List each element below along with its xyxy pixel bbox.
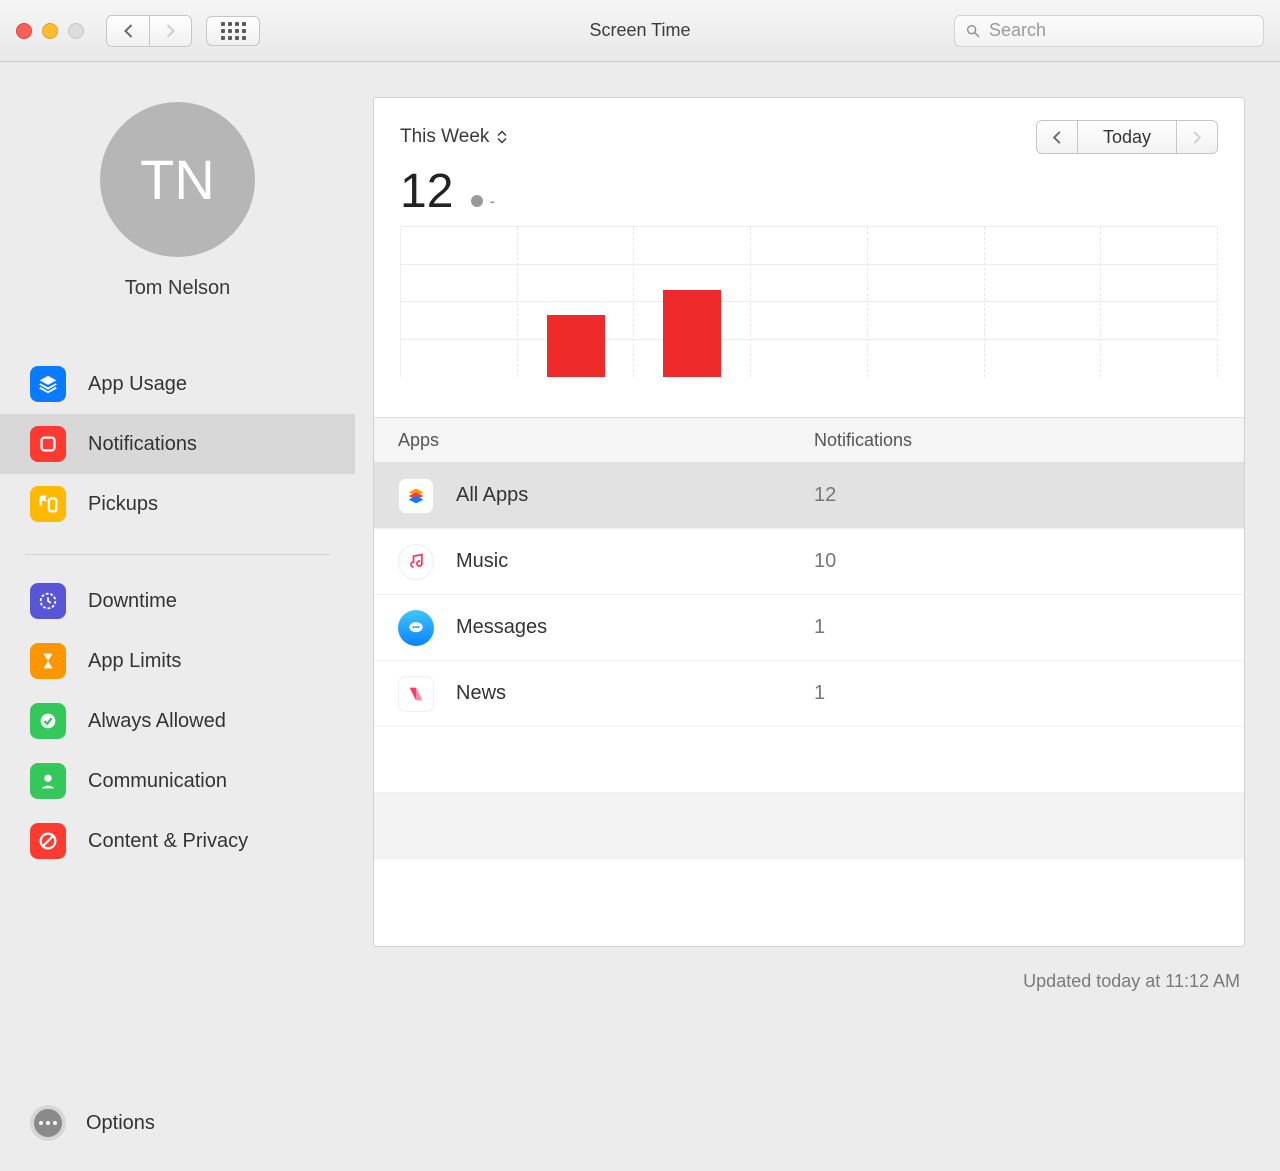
sidebar-section-limits: Downtime App Limits Always Allowed Commu…: [0, 571, 355, 871]
zoom-window-button: [68, 23, 84, 39]
col-apps: Apps: [374, 430, 814, 451]
profile: TN Tom Nelson: [0, 62, 355, 320]
hourglass-icon: [30, 643, 66, 679]
clock-icon: [30, 583, 66, 619]
avatar: TN: [100, 102, 255, 257]
table-row[interactable]: News 1: [374, 661, 1244, 727]
sidebar-item-pickups[interactable]: Pickups: [0, 474, 355, 534]
show-all-button[interactable]: [206, 16, 260, 46]
sidebar-item-app-usage[interactable]: App Usage: [0, 354, 355, 414]
table-row[interactable]: All Apps 12: [374, 463, 1244, 529]
search-field[interactable]: Search: [954, 15, 1264, 47]
table-row-empty: [374, 793, 1244, 859]
app-count: 1: [814, 682, 1244, 705]
chart-column[interactable]: [518, 227, 635, 377]
app-count: 10: [814, 550, 1244, 573]
sidebar-item-label: Always Allowed: [88, 710, 226, 733]
sidebar-separator: [25, 554, 330, 555]
app-name: Messages: [456, 616, 547, 639]
next-day-button: [1177, 121, 1217, 153]
sidebar-item-label: Content & Privacy: [88, 830, 248, 853]
notifications-chart: [374, 227, 1244, 417]
titlebar: Screen Time Search: [0, 0, 1280, 62]
sidebar-item-content-privacy[interactable]: Content & Privacy: [0, 811, 355, 871]
chart-bar: [663, 290, 721, 378]
ellipsis-icon: [30, 1105, 66, 1141]
layers-icon: [30, 366, 66, 402]
search-icon: [965, 23, 981, 39]
notification-icon: [30, 426, 66, 462]
window-title: Screen Time: [589, 20, 690, 41]
close-window-button[interactable]: [16, 23, 32, 39]
sidebar-item-label: Communication: [88, 770, 227, 793]
chart-bar: [547, 315, 605, 378]
chart-column[interactable]: [634, 227, 751, 377]
avg-dash: -: [489, 191, 495, 212]
sidebar-item-label: Pickups: [88, 493, 158, 516]
user-name: Tom Nelson: [125, 277, 231, 300]
period-label: This Week: [400, 126, 489, 148]
prev-day-button[interactable]: [1037, 121, 1077, 153]
badge-check-icon: [30, 703, 66, 739]
table-row-empty: [374, 727, 1244, 793]
search-placeholder: Search: [989, 20, 1046, 41]
sidebar-item-label: App Usage: [88, 373, 187, 396]
options-label: Options: [86, 1112, 155, 1135]
app-count: 1: [814, 616, 1244, 639]
content: This Week Today 12: [355, 62, 1280, 1171]
sidebar-item-notifications[interactable]: Notifications: [0, 414, 355, 474]
nav-back-forward: [106, 15, 192, 47]
chart-column[interactable]: [868, 227, 985, 377]
app-name: Music: [456, 550, 508, 573]
table-header: Apps Notifications: [374, 417, 1244, 463]
sidebar-item-always-allowed[interactable]: Always Allowed: [0, 691, 355, 751]
chart-column[interactable]: [985, 227, 1102, 377]
sidebar-item-app-limits[interactable]: App Limits: [0, 631, 355, 691]
pickup-icon: [30, 486, 66, 522]
app-name: News: [456, 682, 506, 705]
sidebar-item-label: App Limits: [88, 650, 181, 673]
sidebar-item-label: Downtime: [88, 590, 177, 613]
chevron-updown-icon: [497, 130, 507, 144]
app-name: All Apps: [456, 484, 528, 507]
total-value: 12: [400, 164, 453, 219]
avg-dot-icon: [471, 195, 483, 207]
chart-column[interactable]: [1101, 227, 1218, 377]
period-selector[interactable]: This Week: [400, 126, 507, 148]
forward-button: [149, 16, 191, 46]
sidebar: TN Tom Nelson App Usage Notifications: [0, 62, 355, 1171]
options-button[interactable]: Options: [0, 1105, 355, 1171]
table-row[interactable]: Music 10: [374, 529, 1244, 595]
app-count: 12: [814, 484, 1244, 507]
minimize-window-button[interactable]: [42, 23, 58, 39]
sidebar-item-label: Notifications: [88, 433, 197, 456]
col-notifications: Notifications: [814, 430, 1244, 451]
sidebar-item-downtime[interactable]: Downtime: [0, 571, 355, 631]
table-row[interactable]: Messages 1: [374, 595, 1244, 661]
grid-icon: [221, 22, 246, 40]
date-navigator: Today: [1036, 120, 1218, 154]
sidebar-section-usage: App Usage Notifications Pickups: [0, 354, 355, 534]
chart-column[interactable]: [751, 227, 868, 377]
date-label[interactable]: Today: [1077, 121, 1177, 153]
sidebar-item-communication[interactable]: Communication: [0, 751, 355, 811]
status-text: Updated today at 11:12 AM: [355, 947, 1280, 992]
notifications-panel: This Week Today 12: [373, 97, 1245, 947]
person-icon: [30, 763, 66, 799]
average-indicator: -: [471, 191, 495, 212]
nosign-icon: [30, 823, 66, 859]
window-controls: [16, 23, 84, 39]
chart-column[interactable]: [401, 227, 518, 377]
table-body: All Apps 12 Music 10 Messages 1 News 1: [374, 463, 1244, 859]
total-notifications: 12 -: [374, 164, 1244, 227]
back-button[interactable]: [107, 16, 149, 46]
